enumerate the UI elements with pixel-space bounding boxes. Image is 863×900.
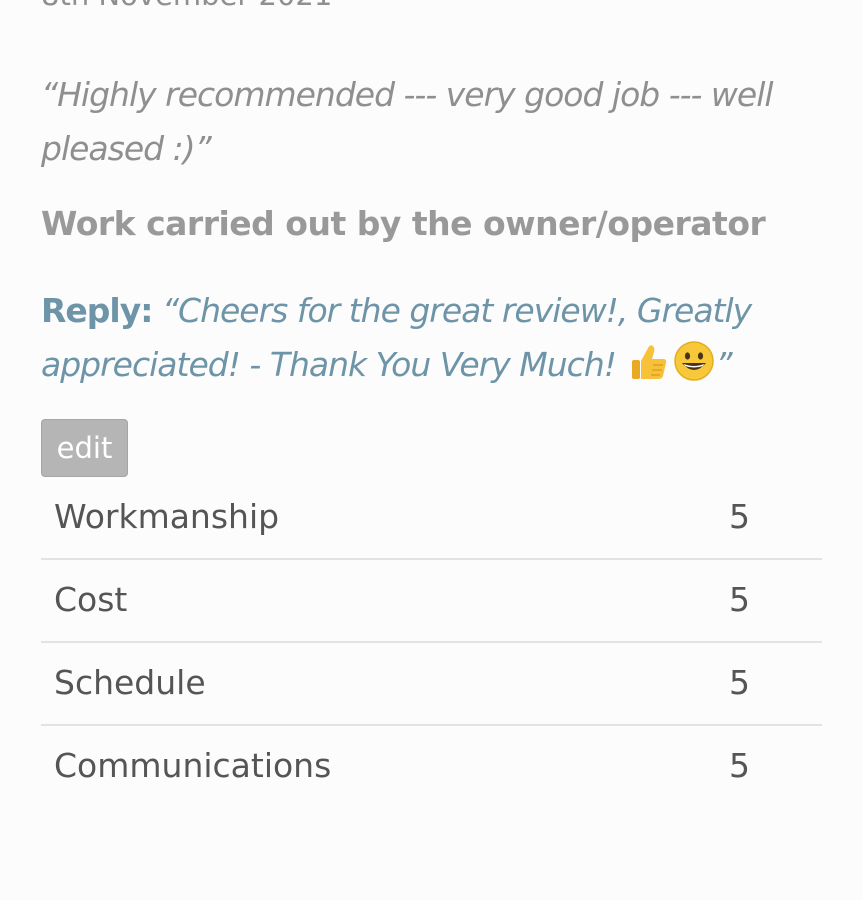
edit-button[interactable]: edit	[41, 419, 128, 477]
rating-value: 5	[729, 746, 750, 785]
rating-value: 5	[729, 497, 750, 536]
rating-row-schedule: Schedule 5	[41, 643, 822, 726]
rating-label: Workmanship	[54, 497, 280, 536]
reply-close-quote: ”	[715, 345, 732, 384]
rating-label: Communications	[54, 746, 332, 785]
rating-row-cost: Cost 5	[41, 560, 822, 643]
owner-reply: Reply: “Cheers for the great review!, Gr…	[41, 284, 831, 398]
rating-label: Cost	[54, 580, 128, 619]
rating-row-communications: Communications 5	[41, 726, 822, 809]
work-note: Work carried out by the owner/operator	[41, 204, 766, 243]
review-page: 8th November 2021 “Highly recommended --…	[0, 0, 863, 900]
rating-value: 5	[729, 663, 750, 702]
rating-label: Schedule	[54, 663, 206, 702]
ratings-table: Workmanship 5 Cost 5 Schedule 5 Communic…	[41, 477, 822, 809]
review-quote: “Highly recommended --- very good job --…	[41, 75, 774, 168]
reply-label: Reply:	[41, 291, 153, 330]
grinning-face-icon	[673, 340, 715, 398]
rating-row-workmanship: Workmanship 5	[41, 477, 822, 560]
thumbs-up-icon	[629, 342, 669, 398]
rating-value: 5	[729, 580, 750, 619]
review-date: 8th November 2021	[41, 0, 332, 12]
